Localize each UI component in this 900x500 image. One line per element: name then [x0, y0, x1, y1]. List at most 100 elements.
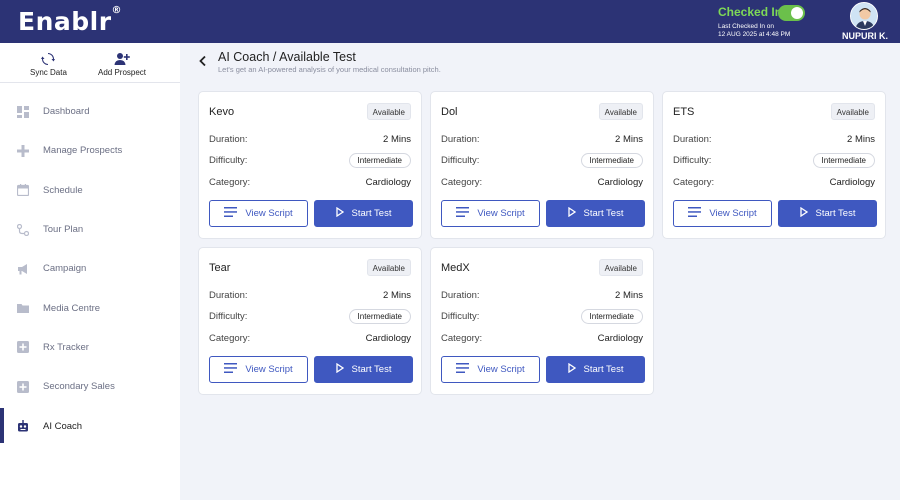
play-icon: [799, 206, 808, 220]
view-script-label: View Script: [477, 364, 525, 375]
difficulty-pill: Intermediate: [580, 309, 643, 324]
play-icon: [567, 362, 576, 376]
route-icon: [16, 223, 30, 236]
status-badge: Available: [366, 103, 411, 120]
difficulty-pill: Intermediate: [348, 309, 411, 324]
calendar-icon: [16, 184, 30, 197]
view-script-button[interactable]: View Script: [441, 200, 540, 227]
last-checked-time: 12 AUG 2025 at 4:48 PM: [718, 31, 791, 38]
difficulty-label: Difficulty:: [209, 311, 248, 322]
back-button[interactable]: [198, 55, 208, 70]
sidebar-item-label: Campaign: [43, 263, 87, 275]
app-logo[interactable]: Enablr®: [18, 5, 122, 36]
sync-icon: [30, 52, 67, 66]
start-test-label: Start Test: [351, 208, 392, 219]
difficulty-label: Difficulty:: [441, 311, 480, 322]
start-test-label: Start Test: [583, 208, 624, 219]
user-avatar-icon: [851, 3, 877, 29]
view-script-button[interactable]: View Script: [209, 356, 308, 383]
test-name: MedX: [441, 262, 470, 274]
checkin-panel: Checked In Last Checked In on 12 AUG 202…: [718, 5, 838, 39]
duration-label: Duration:: [673, 134, 712, 145]
menu-lines-icon: [456, 207, 470, 220]
duration-label: Duration:: [209, 134, 248, 145]
sidebar-item-media-centre[interactable]: Media Centre: [0, 288, 180, 327]
sidebar-item-tour-plan[interactable]: Tour Plan: [0, 210, 180, 249]
dashboard-icon: [17, 105, 29, 118]
sidebar-item-schedule[interactable]: Schedule: [0, 171, 180, 210]
sidebar-item-manage-prospects[interactable]: Manage Prospects: [0, 131, 180, 170]
category-row: Category: Cardiology: [209, 177, 411, 191]
view-script-label: View Script: [245, 364, 293, 375]
test-name: ETS: [673, 106, 695, 118]
category-label: Category:: [209, 333, 251, 344]
duration-row: Duration: 2 Mins: [209, 290, 411, 304]
duration-row: Duration: 2 Mins: [441, 290, 643, 304]
top-header: Enablr® Checked In Last Checked In on 12…: [0, 0, 900, 43]
view-script-button[interactable]: View Script: [441, 356, 540, 383]
difficulty-label: Difficulty:: [441, 155, 480, 166]
category-label: Category:: [673, 177, 715, 188]
category-label: Category:: [209, 177, 251, 188]
checkin-toggle[interactable]: [778, 5, 805, 21]
category-value: Cardiology: [829, 177, 875, 188]
sidebar-item-label: Manage Prospects: [43, 145, 123, 157]
sidebar-item-campaign[interactable]: Campaign: [0, 249, 180, 288]
sidebar-item-label: Media Centre: [43, 302, 101, 314]
status-badge: Available: [598, 259, 643, 276]
sidebar-item-label: Dashboard: [43, 106, 90, 118]
difficulty-label: Difficulty:: [673, 155, 712, 166]
sidebar-item-rx-tracker[interactable]: Rx Tracker: [0, 328, 180, 367]
view-script-button[interactable]: View Script: [673, 200, 772, 227]
test-card: MedX Available Duration: 2 Mins Difficul…: [430, 247, 654, 395]
add-prospect-button[interactable]: Add Prospect: [98, 52, 146, 77]
start-test-button[interactable]: Start Test: [546, 356, 645, 383]
sidebar-item-dashboard[interactable]: Dashboard: [0, 92, 180, 131]
sidebar-nav: Dashboard Manage Prospects Schedule Tour…: [0, 92, 180, 446]
difficulty-pill: Intermediate: [812, 153, 875, 168]
sidebar-item-label: Schedule: [43, 184, 83, 196]
start-test-button[interactable]: Start Test: [546, 200, 645, 227]
start-test-button[interactable]: Start Test: [314, 356, 413, 383]
category-row: Category: Cardiology: [209, 333, 411, 347]
user-name: NUPURI K.: [842, 31, 889, 41]
duration-row: Duration: 2 Mins: [209, 134, 411, 148]
sidebar-item-label: AI Coach: [43, 420, 83, 432]
toggle-knob: [791, 7, 803, 19]
test-name: Dol: [441, 106, 458, 118]
category-value: Cardiology: [365, 333, 411, 344]
last-checked-label: Last Checked In on: [718, 23, 775, 30]
duration-value: 2 Mins: [383, 290, 411, 301]
category-row: Category: Cardiology: [673, 177, 875, 191]
test-name: Kevo: [209, 106, 235, 118]
view-script-button[interactable]: View Script: [209, 200, 308, 227]
sidebar-item-ai-coach[interactable]: AI Coach: [0, 406, 180, 445]
start-test-button[interactable]: Start Test: [778, 200, 877, 227]
plus-box-icon: [17, 380, 29, 393]
plus-box-icon: [17, 341, 29, 354]
status-badge: Available: [830, 103, 875, 120]
page-title: AI Coach / Available Test: [218, 50, 356, 64]
menu-lines-icon: [456, 363, 470, 376]
megaphone-icon: [17, 263, 29, 275]
test-card: Tear Available Duration: 2 Mins Difficul…: [198, 247, 422, 395]
sidebar-item-secondary-sales[interactable]: Secondary Sales: [0, 367, 180, 406]
test-card: Kevo Available Duration: 2 Mins Difficul…: [198, 91, 422, 239]
difficulty-label: Difficulty:: [209, 155, 248, 166]
avatar[interactable]: [850, 2, 878, 30]
folder-icon: [17, 302, 29, 314]
play-icon: [567, 206, 576, 220]
duration-value: 2 Mins: [615, 290, 643, 301]
category-label: Category:: [441, 333, 483, 344]
sync-data-button[interactable]: Sync Data: [30, 52, 67, 77]
difficulty-row: Difficulty: Intermediate: [673, 153, 875, 169]
difficulty-row: Difficulty: Intermediate: [441, 153, 643, 169]
duration-value: 2 Mins: [615, 134, 643, 145]
duration-value: 2 Mins: [847, 134, 875, 145]
sync-data-label: Sync Data: [30, 68, 67, 77]
duration-label: Duration:: [441, 134, 480, 145]
start-test-label: Start Test: [583, 364, 624, 375]
sidebar-actions: Sync Data Add Prospect: [0, 43, 180, 83]
start-test-button[interactable]: Start Test: [314, 200, 413, 227]
robot-icon: [17, 420, 29, 432]
